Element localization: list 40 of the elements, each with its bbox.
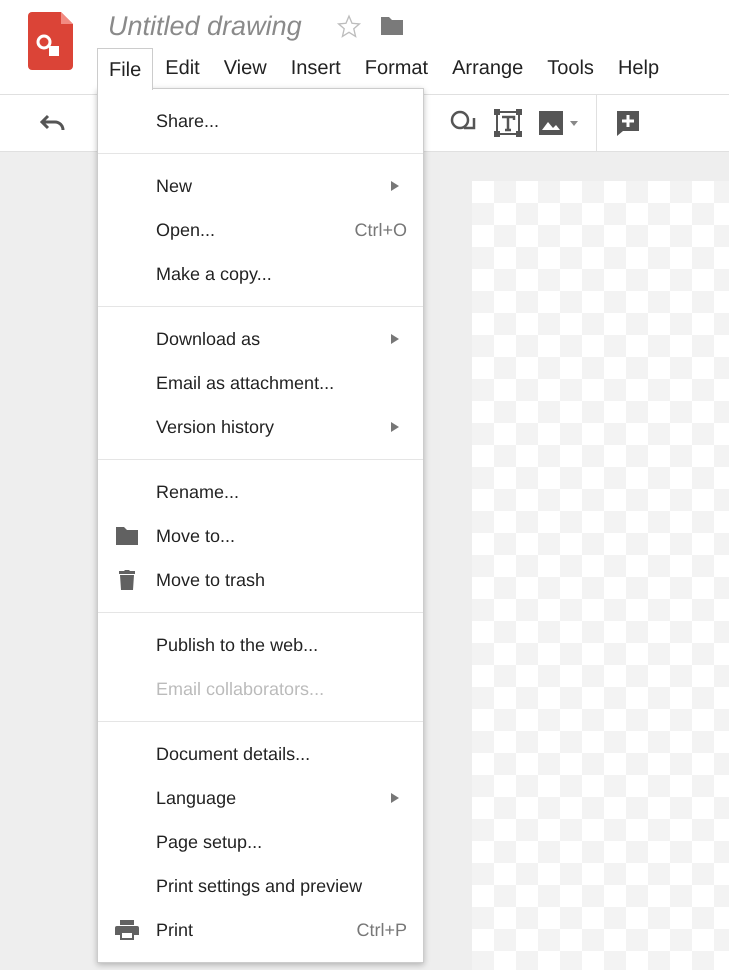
menu-tab[interactable]: Tools xyxy=(535,48,606,88)
menu-tab[interactable]: Help xyxy=(606,48,672,88)
image-icon[interactable] xyxy=(538,110,564,136)
submenu-arrow-icon xyxy=(391,793,399,803)
menu-item[interactable]: Make a copy... xyxy=(98,252,423,296)
trash-icon xyxy=(118,569,136,591)
menu-item[interactable]: Version history xyxy=(98,405,423,449)
menu-tab[interactable]: Arrange xyxy=(440,48,536,88)
menu-item[interactable]: Share... xyxy=(98,99,423,143)
folder-icon xyxy=(114,525,140,547)
add-comment-icon[interactable] xyxy=(615,109,641,137)
menu-item[interactable]: New xyxy=(98,164,423,208)
shortcut-text: Ctrl+P xyxy=(356,918,407,942)
menu-item[interactable]: Open... Ctrl+O xyxy=(98,208,423,252)
menu-item[interactable]: Move to... xyxy=(98,514,423,558)
shortcut-text: Ctrl+O xyxy=(354,218,407,242)
star-icon[interactable] xyxy=(336,14,362,38)
submenu-arrow-icon xyxy=(391,181,399,191)
submenu-arrow-icon xyxy=(391,422,399,432)
menu-item[interactable]: Publish to the web... xyxy=(98,623,423,667)
menu-item[interactable]: Move to trash xyxy=(98,558,423,602)
submenu-arrow-icon xyxy=(391,334,399,344)
menu-tab[interactable]: Format xyxy=(352,48,440,88)
menu-item[interactable]: Page setup... xyxy=(98,820,423,864)
text-box-icon[interactable] xyxy=(494,109,522,137)
menu-tab[interactable]: Edit xyxy=(153,48,212,88)
menu-item[interactable]: Document details... xyxy=(98,732,423,776)
undo-icon[interactable] xyxy=(40,114,66,132)
menu-item[interactable]: Email as attachment... xyxy=(98,361,423,405)
menu-tab[interactable]: File xyxy=(97,48,154,90)
printer-icon xyxy=(114,919,140,941)
app-logo-icon[interactable] xyxy=(28,12,73,70)
menu-item[interactable]: Language xyxy=(98,776,423,820)
caret-icon[interactable] xyxy=(570,120,578,126)
menu-tab[interactable]: View xyxy=(212,48,279,88)
menu-item[interactable]: Download as xyxy=(98,317,423,361)
menu-item[interactable]: Print Ctrl+P xyxy=(98,908,423,952)
menu-tab[interactable]: Insert xyxy=(278,48,353,88)
menu-item[interactable]: Rename... xyxy=(98,470,423,514)
menu-item[interactable]: Print settings and preview xyxy=(98,864,423,908)
